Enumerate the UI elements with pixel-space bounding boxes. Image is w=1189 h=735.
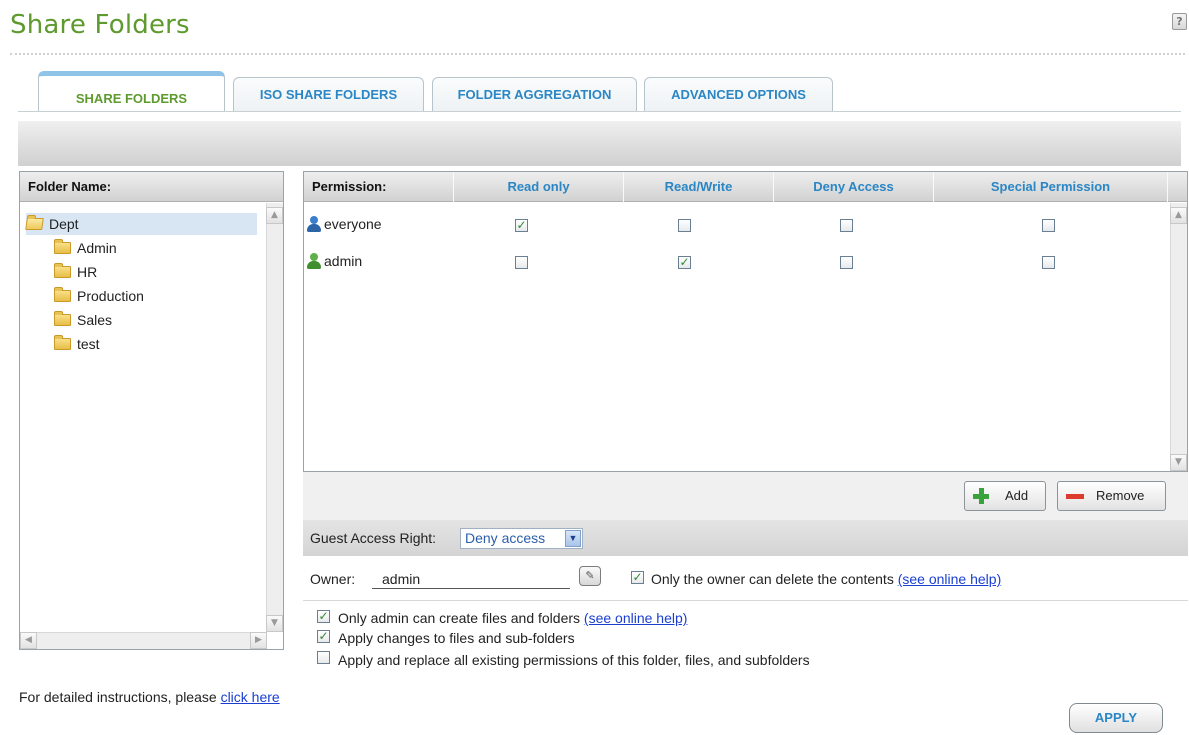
- replace-permissions-label: Apply and replace all existing permissio…: [338, 652, 810, 668]
- title-divider: [10, 53, 1185, 55]
- instructions-prefix: For detailed instructions, please: [19, 689, 217, 705]
- only-owner-delete-checkbox[interactable]: ✓: [631, 571, 644, 584]
- guest-access-row: Guest Access Right: Deny access ▼: [303, 520, 1188, 556]
- everyone-read-write-checkbox[interactable]: [678, 219, 691, 232]
- scroll-right-arrow-icon[interactable]: ▶: [250, 632, 267, 649]
- guest-access-select[interactable]: Deny access ▼: [460, 528, 583, 549]
- folder-label: Production: [77, 288, 144, 304]
- owner-field[interactable]: admin: [372, 569, 570, 589]
- folder-item-production[interactable]: Production: [54, 285, 144, 307]
- admin-read-write-checkbox[interactable]: ✓: [678, 256, 691, 269]
- user-icon: [306, 253, 322, 269]
- only-admin-create-checkbox[interactable]: ✓: [317, 610, 330, 623]
- apply-changes-subfolders-label: Apply changes to files and sub-folders: [338, 630, 575, 646]
- read-write-column-header: Read/Write: [624, 172, 774, 202]
- folder-icon: [54, 311, 71, 326]
- options-divider: [303, 600, 1188, 601]
- add-button[interactable]: Add: [964, 481, 1046, 511]
- permission-table: Permission: Read only Read/Write Deny Ac…: [303, 171, 1188, 472]
- tab-advanced-options[interactable]: ADVANCED OPTIONS: [644, 77, 833, 111]
- folder-label: Dept: [49, 216, 79, 232]
- help-icon[interactable]: ?: [1172, 13, 1187, 30]
- user-cell: everyone: [306, 212, 382, 236]
- read-only-column-header: Read only: [454, 172, 624, 202]
- folder-vertical-scrollbar[interactable]: ▲ ▼: [266, 203, 283, 632]
- tab-divider: [18, 111, 1181, 112]
- folder-icon: [54, 335, 71, 350]
- user-name: admin: [324, 253, 363, 269]
- apply-changes-subfolders-checkbox[interactable]: ✓: [317, 630, 330, 643]
- user-name: everyone: [324, 216, 382, 232]
- only-owner-delete-text: Only the owner can delete the contents: [651, 571, 894, 587]
- everyone-special-permission-checkbox[interactable]: [1042, 219, 1055, 232]
- permission-column-header: Permission:: [304, 172, 454, 202]
- scroll-down-arrow-icon[interactable]: ▼: [266, 615, 283, 632]
- chevron-down-icon: ▼: [565, 530, 581, 547]
- permission-row-everyone: everyone ✓: [304, 212, 1170, 244]
- folder-name-header: Folder Name:: [20, 172, 283, 202]
- folder-item-hr[interactable]: HR: [54, 261, 97, 283]
- add-remove-toolbar: Add Remove: [303, 472, 1188, 520]
- tab-share-folders[interactable]: SHARE FOLDERS: [38, 71, 225, 112]
- scroll-down-arrow-icon[interactable]: ▼: [1170, 454, 1187, 471]
- folder-item-admin[interactable]: Admin: [54, 237, 117, 259]
- remove-button[interactable]: Remove: [1057, 481, 1166, 511]
- tab-folder-aggregation[interactable]: FOLDER AGGREGATION: [432, 77, 637, 111]
- remove-button-label: Remove: [1096, 488, 1145, 503]
- folder-horizontal-scrollbar[interactable]: ◀ ▶: [20, 632, 267, 649]
- admin-special-permission-checkbox[interactable]: [1042, 256, 1055, 269]
- everyone-read-only-checkbox[interactable]: ✓: [515, 219, 528, 232]
- minus-icon: [1066, 494, 1084, 499]
- everyone-deny-access-checkbox[interactable]: [840, 219, 853, 232]
- folder-icon: [54, 287, 71, 302]
- folder-item-sales[interactable]: Sales: [54, 309, 112, 331]
- see-online-help-link[interactable]: (see online help): [584, 610, 688, 626]
- folder-label: Sales: [77, 312, 113, 328]
- edit-owner-icon[interactable]: ✎: [579, 566, 601, 586]
- only-owner-delete-label: Only the owner can delete the contents (…: [651, 571, 1001, 587]
- toolbar-band: [18, 121, 1181, 166]
- owner-label: Owner:: [310, 571, 356, 587]
- instructions-text: For detailed instructions, please click …: [19, 689, 280, 705]
- folder-label: test: [77, 336, 100, 352]
- special-permission-column-header: Special Permission: [934, 172, 1168, 202]
- user-cell: admin: [306, 249, 362, 273]
- guest-access-value: Deny access: [465, 530, 546, 546]
- plus-icon: [973, 488, 989, 504]
- permission-vertical-scrollbar[interactable]: ▲ ▼: [1170, 203, 1187, 471]
- scroll-left-arrow-icon[interactable]: ◀: [20, 632, 37, 649]
- folder-icon: [54, 263, 71, 278]
- permission-row-admin: admin ✓: [304, 249, 1170, 281]
- tab-iso-share-folders[interactable]: ISO SHARE FOLDERS: [233, 77, 424, 111]
- folder-item-test[interactable]: test: [54, 333, 100, 355]
- add-button-label: Add: [1005, 488, 1029, 503]
- folder-label: HR: [77, 264, 98, 280]
- only-admin-create-text: Only admin can create files and folders: [338, 610, 581, 626]
- permission-header-row: Permission: Read only Read/Write Deny Ac…: [304, 172, 1187, 202]
- folder-icon: [54, 239, 71, 254]
- deny-access-column-header: Deny Access: [774, 172, 934, 202]
- page-title: Share Folders: [10, 10, 190, 40]
- scroll-up-arrow-icon[interactable]: ▲: [1170, 207, 1187, 224]
- only-admin-create-label: Only admin can create files and folders …: [338, 610, 687, 626]
- open-folder-icon: [25, 218, 44, 230]
- group-icon: [306, 216, 322, 232]
- folder-label: Admin: [77, 240, 117, 256]
- admin-read-only-checkbox[interactable]: [515, 256, 528, 269]
- apply-button[interactable]: APPLY: [1069, 703, 1163, 733]
- folder-item-dept[interactable]: Dept: [25, 213, 257, 235]
- see-online-help-link[interactable]: (see online help): [898, 571, 1002, 587]
- replace-permissions-checkbox[interactable]: [317, 651, 330, 664]
- folder-tree-pane: Folder Name: Dept Admin HR Production Sa…: [19, 171, 284, 650]
- scroll-up-arrow-icon[interactable]: ▲: [266, 207, 283, 224]
- guest-access-label: Guest Access Right:: [310, 530, 437, 546]
- admin-deny-access-checkbox[interactable]: [840, 256, 853, 269]
- click-here-link[interactable]: click here: [221, 689, 280, 705]
